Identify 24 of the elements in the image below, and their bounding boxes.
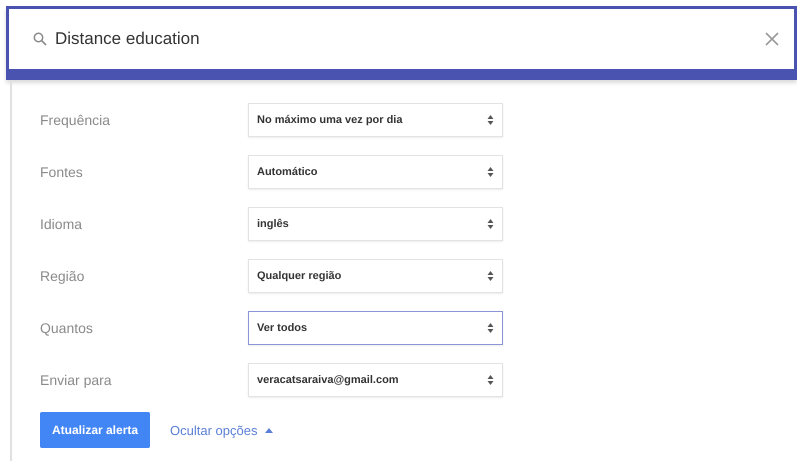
option-label: Frequência [40, 112, 112, 128]
updown-arrows-icon [487, 218, 494, 230]
updown-arrows-icon [487, 114, 494, 126]
updown-arrows-icon [487, 322, 494, 334]
option-label: Fontes [40, 164, 84, 180]
option-dropdown[interactable]: Automático [248, 155, 503, 189]
search-icon [33, 32, 47, 46]
option-dropdown[interactable]: No máximo uma vez por dia [248, 103, 503, 137]
option-label: Região [40, 268, 86, 284]
hide-options-link[interactable]: Ocultar opções [170, 422, 274, 438]
option-dropdown[interactable]: inglês [248, 207, 503, 241]
updown-arrows-icon [487, 166, 494, 178]
close-icon[interactable] [764, 31, 780, 47]
option-label: Idioma [40, 216, 84, 232]
update-alert-button[interactable]: Atualizar alerta [40, 412, 150, 448]
option-dropdown[interactable]: Qualquer região [248, 259, 503, 293]
updown-arrows-icon [487, 270, 494, 282]
option-dropdown[interactable]: Ver todos [248, 311, 503, 345]
option-label: Quantos [40, 320, 94, 336]
caret-up-icon [265, 428, 274, 432]
updown-arrows-icon [487, 374, 494, 386]
option-dropdown[interactable]: veracatsaraiva@gmail.com [248, 363, 503, 397]
search-field[interactable]: Distance education [55, 29, 764, 49]
option-label: Enviar para [40, 372, 113, 388]
